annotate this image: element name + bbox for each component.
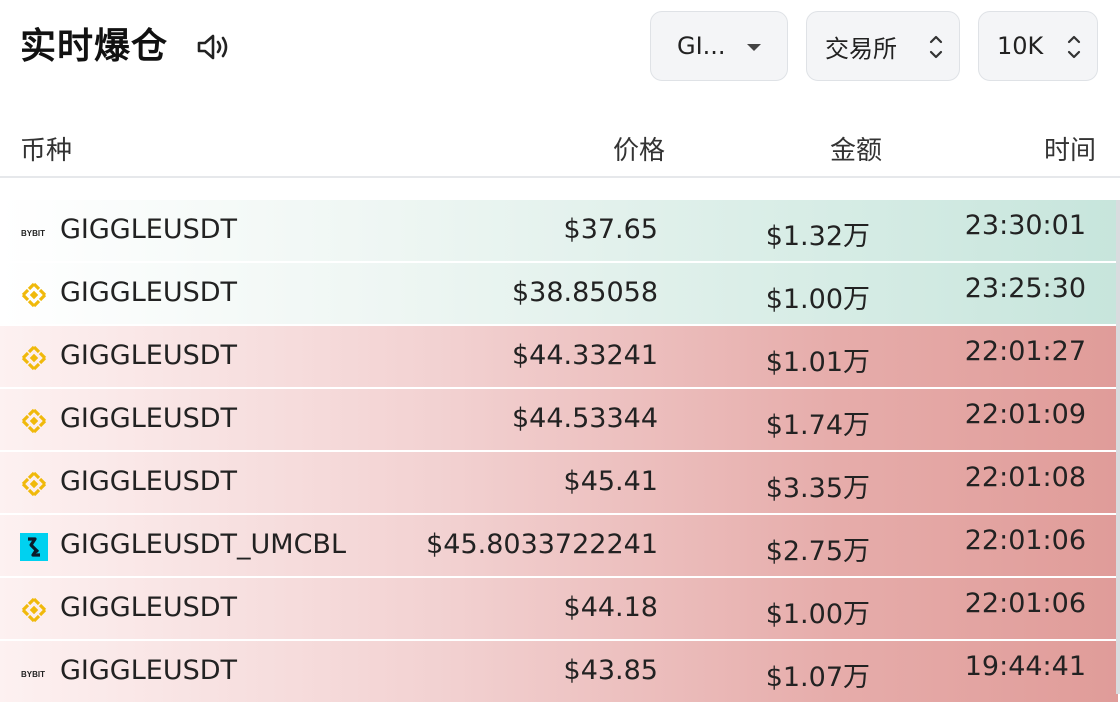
binance-icon xyxy=(20,281,48,309)
table-row[interactable]: BYBIT GIGGLEUSDT $43.85 $1.07万 19:44:41 xyxy=(0,641,1118,704)
binance-icon xyxy=(20,344,48,372)
scrollbar[interactable] xyxy=(1116,200,1120,694)
binance-icon xyxy=(20,596,48,624)
amount-cell: $3.35万 xyxy=(765,473,870,504)
exchange-select-value: 交易所 xyxy=(825,34,897,63)
table-row[interactable]: GIGGLEUSDT $44.33241 $1.01万 22:01:27 xyxy=(0,326,1118,389)
time-cell: 23:30:01 xyxy=(964,210,1086,241)
table-row[interactable]: BYBIT GIGGLEUSDT $37.65 $1.32万 23:30:01 xyxy=(0,200,1118,263)
time-cell: 19:44:41 xyxy=(964,651,1086,682)
binance-icon xyxy=(20,470,48,498)
table-row[interactable]: GIGGLEUSDT $45.41 $3.35万 22:01:08 xyxy=(0,452,1118,515)
bybit-icon-label: BYBIT xyxy=(21,670,45,679)
table-header: 币种 价格 金额 时间 xyxy=(0,108,1120,178)
amount-cell: $2.75万 xyxy=(765,536,870,567)
amount-cell: $1.07万 xyxy=(765,662,870,693)
binance-icon xyxy=(20,407,48,435)
time-cell: 22:01:27 xyxy=(964,336,1086,367)
chevron-up-down-icon xyxy=(929,35,943,59)
time-cell: 22:01:09 xyxy=(964,399,1086,430)
coin-symbol: GIGGLEUSDT xyxy=(60,340,238,371)
coin-symbol: GIGGLEUSDT_UMCBL xyxy=(60,529,346,560)
amount-threshold-select[interactable]: 10K xyxy=(978,11,1098,81)
price-cell: $45.41 xyxy=(563,466,658,497)
table-row[interactable]: GIGGLEUSDT $44.53344 $1.74万 22:01:09 xyxy=(0,389,1118,452)
table-row[interactable]: GIGGLEUSDT_UMCBL $45.8033722241 $2.75万 22:0… xyxy=(0,515,1118,578)
bybit-icon-label: BYBIT xyxy=(21,229,45,238)
bybit-icon: BYBIT xyxy=(20,659,48,687)
amount-cell: $1.32万 xyxy=(765,221,870,252)
page-header: 实时爆仓 GI... 交易所 10K xyxy=(0,0,1120,100)
time-cell: 23:25:30 xyxy=(964,273,1086,304)
price-cell: $37.65 xyxy=(563,214,658,245)
price-cell: $38.85058 xyxy=(511,277,658,308)
bitget-icon xyxy=(20,533,48,561)
price-cell: $43.85 xyxy=(563,655,658,686)
chevron-up-down-icon xyxy=(1067,35,1081,59)
coin-symbol: GIGGLEUSDT xyxy=(60,466,238,497)
amount-cell: $1.00万 xyxy=(765,599,870,630)
table-row[interactable]: GIGGLEUSDT $38.85058 $1.00万 23:25:30 xyxy=(0,263,1118,326)
column-header-price: 价格 xyxy=(612,136,665,166)
amount-cell: $1.74万 xyxy=(765,410,870,441)
caret-down-icon xyxy=(747,44,761,51)
column-header-amount: 金额 xyxy=(829,136,882,166)
price-cell: $45.8033722241 xyxy=(426,529,658,560)
coin-symbol: GIGGLEUSDT xyxy=(60,277,238,308)
coin-symbol: GIGGLEUSDT xyxy=(60,403,238,434)
coin-symbol: GIGGLEUSDT xyxy=(60,214,238,245)
coin-filter-dropdown[interactable]: GI... xyxy=(650,11,788,81)
time-cell: 22:01:06 xyxy=(964,525,1086,556)
coin-symbol: GIGGLEUSDT xyxy=(60,592,238,623)
liquidation-list: BYBIT GIGGLEUSDT $37.65 $1.32万 23:30:01 GIGGL… xyxy=(0,200,1118,704)
page-title: 实时爆仓 xyxy=(20,26,169,67)
table-row[interactable]: GIGGLEUSDT $44.18 $1.00万 22:01:06 xyxy=(0,578,1118,641)
bybit-icon: BYBIT xyxy=(20,218,48,246)
amount-cell: $1.00万 xyxy=(765,284,870,315)
column-header-time: 时间 xyxy=(1043,136,1096,166)
price-cell: $44.18 xyxy=(563,592,658,623)
price-cell: $44.33241 xyxy=(511,340,658,371)
coin-filter-value: GI... xyxy=(677,32,726,60)
amount-threshold-value: 10K xyxy=(997,32,1044,60)
amount-cell: $1.01万 xyxy=(765,347,870,378)
column-header-coin: 币种 xyxy=(20,136,73,166)
speaker-icon[interactable] xyxy=(196,32,232,62)
coin-symbol: GIGGLEUSDT xyxy=(60,655,238,686)
time-cell: 22:01:06 xyxy=(964,588,1086,619)
price-cell: $44.53344 xyxy=(511,403,658,434)
time-cell: 22:01:08 xyxy=(964,462,1086,493)
exchange-select[interactable]: 交易所 xyxy=(806,11,960,81)
